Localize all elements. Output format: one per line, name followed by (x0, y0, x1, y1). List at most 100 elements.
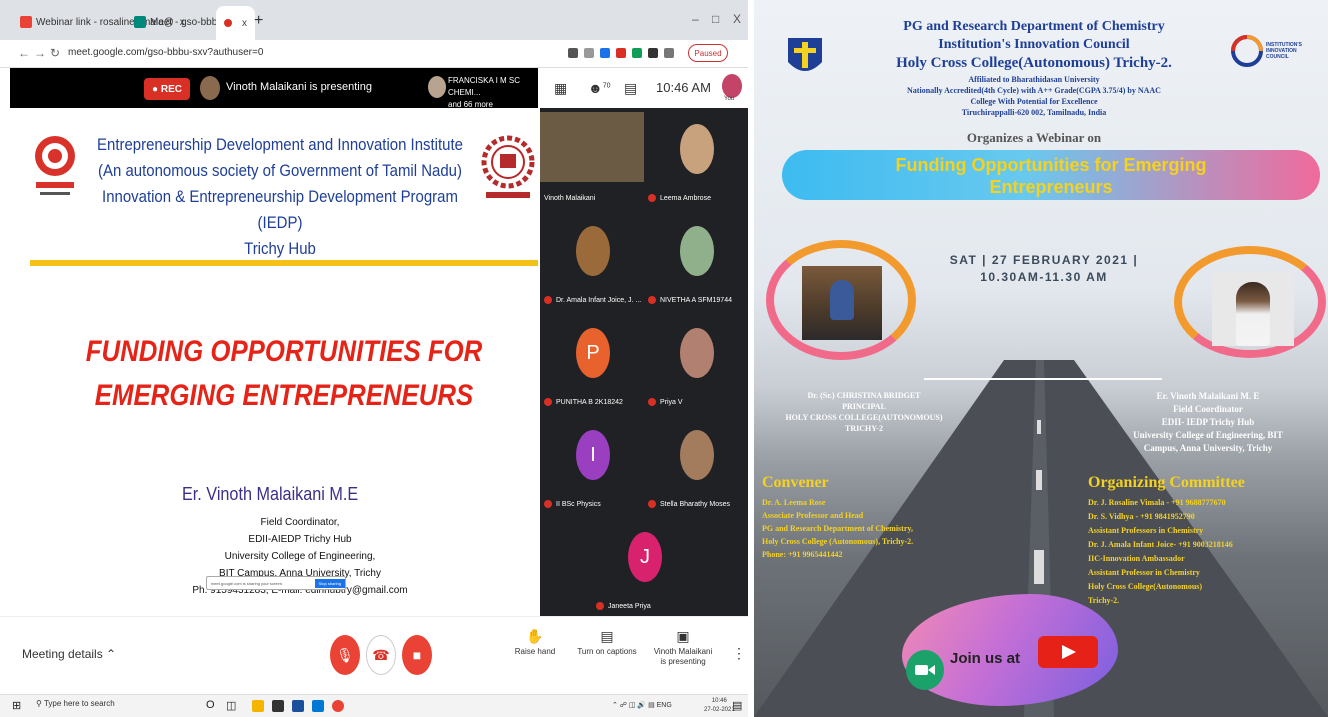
slide-info-line: University College of Engineering, (224, 551, 376, 562)
bookmark-star-icon[interactable] (584, 48, 594, 58)
leave-call-button[interactable]: ☎ (366, 635, 396, 675)
store-icon[interactable] (272, 700, 284, 712)
participant-name: Priya V (660, 398, 683, 406)
edii-logo (35, 136, 75, 195)
camera-icon[interactable] (568, 48, 578, 58)
minimize-button[interactable]: – (692, 12, 699, 26)
committee-line: Holy Cross College(Autonomous) (1088, 582, 1203, 591)
committee-line: Assistant Professor in Chemistry (1088, 568, 1200, 577)
gmail-icon (20, 16, 32, 28)
layout-grid-icon[interactable]: ▦ (554, 80, 567, 97)
reload-icon[interactable]: ↻ (50, 46, 60, 60)
slide-header: Entrepreneurship Development and Innovat… (95, 132, 465, 262)
meeting-details-button[interactable]: Meeting details ⌃ (22, 647, 116, 661)
poster-accreditation: Affiliated to Bharathidasan University N… (814, 74, 1254, 118)
meeting-details-label: Meeting details (22, 647, 103, 661)
url-field[interactable]: meet.google.com/gso-bbbu-sxv?authuser=0 (68, 47, 263, 58)
raise-hand-button[interactable]: ✋ Raise hand (500, 629, 570, 657)
task-view-icon[interactable]: ◫ (226, 699, 236, 712)
participant-count: 70 (602, 82, 611, 90)
notifications-icon[interactable]: ▤ (732, 699, 742, 712)
extension-icon[interactable] (632, 48, 642, 58)
participant-avatar: J (628, 532, 662, 582)
mic-off-button[interactable]: 🎙 (330, 635, 360, 675)
participant-avatar: I (576, 430, 610, 480)
participant-label: Vinoth Malaikani (544, 195, 595, 202)
self-label: You (724, 96, 735, 102)
slide-title-line: EMERGING ENTREPRENEURS (94, 379, 474, 412)
self-avatar[interactable] (722, 74, 742, 98)
participant-tile[interactable]: I II BSc Physics (540, 414, 644, 516)
raise-hand-label: Raise hand (514, 647, 556, 656)
participant-tile[interactable]: Vinoth Malaikani (540, 108, 644, 210)
tab-active-recording[interactable]: x (216, 6, 255, 40)
back-arrow-icon[interactable]: ← (18, 46, 30, 60)
participant-tile[interactable]: P PUNITHA B 2K18242 (540, 312, 644, 414)
presenter-avatar (200, 76, 220, 100)
new-tab-button[interactable]: + (254, 12, 263, 30)
meet-bottom-bar: Meeting details ⌃ 🎙 ☎ ■ ✋ Raise hand ▤ T… (0, 616, 748, 694)
poster-header: PG and Research Department of Chemistry … (814, 18, 1254, 72)
slide-info-line: Field Coordinator, (260, 517, 340, 528)
muted-mic-icon (544, 398, 552, 406)
screenshot-root: Webinar link - rosalinevimala@ x Meet - … (0, 0, 1328, 717)
file-explorer-icon[interactable] (252, 700, 264, 712)
muted-mic-icon (544, 500, 552, 508)
participant-tile[interactable]: Leema Ambrose (644, 108, 748, 210)
participant-tile[interactable]: J Janeeta Priya (592, 516, 696, 618)
speaker-line: EDII- IEDP Trichy Hub (1161, 417, 1255, 427)
profile-paused-button[interactable]: Paused (688, 44, 728, 62)
presenting-text: Vinoth Malaikani is presenting (226, 81, 372, 93)
youtube-icon (1038, 636, 1098, 668)
muted-mic-icon (596, 602, 604, 610)
forward-arrow-icon[interactable]: → (34, 46, 46, 60)
participant-video (540, 112, 644, 182)
participant-tile[interactable]: NIVETHA A SFM19744 (644, 210, 748, 312)
windows-start-icon[interactable]: ⊞ (12, 699, 21, 712)
join-us-text: Join us at (950, 650, 1021, 667)
convener-line: Dr. A. Leema Rose (762, 498, 826, 507)
mail-icon[interactable] (292, 700, 304, 712)
extension-icon[interactable] (616, 48, 626, 58)
rec-label: REC (160, 83, 182, 95)
share-notice-text: meet.google.com is sharing your screen. (211, 580, 284, 586)
participant-avatar (680, 124, 714, 174)
university-gear-logo (481, 135, 535, 198)
participant-tile[interactable]: Priya V (644, 312, 748, 414)
puzzle-icon[interactable] (664, 48, 674, 58)
extension-icon[interactable] (600, 48, 610, 58)
chrome-icon[interactable] (332, 700, 344, 712)
camera-off-button[interactable]: ■ (402, 635, 432, 675)
captions-button[interactable]: ▤ Turn on captions (572, 629, 642, 657)
present-now-button[interactable]: ▣ Vinoth Malaikani is presenting (648, 629, 718, 667)
participant-tile[interactable]: Dr. Amala Infant Joice, J. ... (540, 210, 644, 312)
convener-heading: Convener (762, 474, 829, 491)
participant-name: II BSc Physics (556, 500, 601, 508)
cortana-icon[interactable]: O (206, 699, 215, 711)
speaker-line: Er. Vinoth Malaikani M. E (1156, 391, 1260, 401)
taskbar-clock[interactable]: 10:46 27-02-2021 (704, 697, 735, 715)
edge-icon[interactable] (312, 700, 324, 712)
video-camera-icon (906, 650, 944, 690)
slide-header-line: Entrepreneurship Development and Innovat… (97, 135, 463, 154)
tab-close-icon[interactable]: x (242, 18, 247, 29)
participant-avatar (680, 328, 714, 378)
clock-date: 27-02-2021 (704, 707, 735, 713)
maximize-button[interactable]: □ (712, 12, 719, 26)
stop-sharing-button[interactable]: Stop sharing (314, 578, 345, 588)
participant-label: Janeeta Priya (596, 602, 651, 610)
chat-icon[interactable]: ▤ (624, 80, 637, 97)
clock-time: 10:46 (711, 698, 727, 704)
extension-icon[interactable] (648, 48, 658, 58)
slide-header-line: (An autonomous society of Government of … (98, 161, 462, 180)
poster-webinar-title: Funding Opportunities for Emerging Entre… (782, 154, 1320, 198)
close-window-button[interactable]: X (733, 12, 741, 26)
attendees-summary[interactable]: FRANCISKA I M SC CHEMI... and 66 more (448, 75, 538, 111)
people-icon[interactable]: ☻70 (588, 80, 611, 96)
speaker-photo (1212, 272, 1294, 346)
participant-tile[interactable]: Stella Bharathy Moses (644, 414, 748, 516)
system-tray[interactable]: ⌃ ☍ ◫ 🔊 ▤ ENG (612, 701, 672, 709)
taskbar-search[interactable]: ⚲ Type here to search (36, 699, 115, 708)
principal-figure (830, 280, 854, 320)
more-options-icon[interactable]: ⋮ (732, 645, 746, 662)
